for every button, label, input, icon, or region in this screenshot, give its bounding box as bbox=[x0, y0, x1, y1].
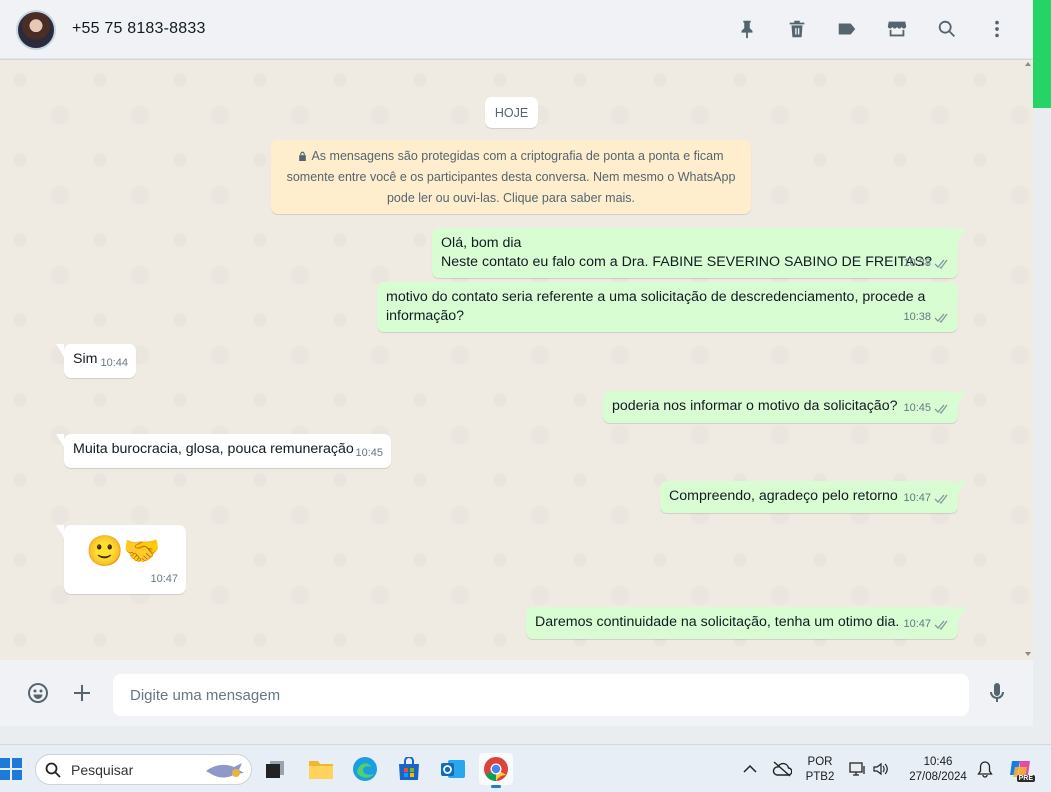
encryption-notice[interactable]: As mensagens são protegidas com a cripto… bbox=[271, 140, 751, 214]
contact-avatar[interactable] bbox=[16, 10, 56, 50]
message-text: Olá, bom dia bbox=[441, 235, 522, 251]
search-placeholder: Pesquisar bbox=[71, 762, 134, 778]
delete-icon[interactable] bbox=[784, 16, 810, 42]
message-bubble-incoming[interactable]: Muita burocracia, glosa, pouca remuneraç… bbox=[56, 434, 391, 468]
search-highlight-icon bbox=[206, 763, 244, 778]
keyboard-layout: PTB2 bbox=[805, 771, 835, 783]
window-edge-accent bbox=[1033, 0, 1051, 108]
double-check-icon bbox=[934, 620, 948, 630]
notice-line-1: As mensagens são protegidas com a cripto… bbox=[311, 149, 724, 163]
window-edge bbox=[1033, 108, 1051, 744]
search-icon[interactable] bbox=[934, 16, 960, 42]
message-time: 10:44 bbox=[100, 357, 128, 369]
message-text: poderia nos informar o motivo da solicit… bbox=[612, 398, 898, 414]
cloud-offline-icon[interactable] bbox=[772, 760, 792, 778]
message-text: informação? bbox=[386, 308, 465, 324]
microphone-icon[interactable] bbox=[984, 680, 1010, 706]
copilot-icon[interactable]: PRE bbox=[1008, 757, 1035, 782]
message-bubble-outgoing[interactable]: poderia nos informar o motivo da solicit… bbox=[603, 391, 966, 423]
emoji-message: 🙂🤝 bbox=[86, 535, 161, 568]
pin-icon[interactable] bbox=[734, 16, 760, 42]
copilot-badge: PRE bbox=[1016, 775, 1035, 782]
language-indicator[interactable]: POR PTB2 bbox=[802, 755, 838, 785]
message-time: 10:47 bbox=[150, 573, 178, 585]
notice-line-2: somente entre você e os participantes de… bbox=[286, 170, 736, 184]
menu-icon[interactable] bbox=[984, 16, 1010, 42]
scroll-down-arrow[interactable] bbox=[1025, 652, 1031, 656]
message-text: motivo do contato seria referente a uma … bbox=[386, 289, 926, 305]
date-chip: HOJE bbox=[485, 97, 538, 128]
language-code: POR bbox=[807, 756, 833, 768]
clock-time: 10:46 bbox=[923, 756, 953, 768]
message-time: 10:45 bbox=[355, 447, 383, 459]
double-check-icon bbox=[934, 404, 948, 414]
message-bubble-outgoing[interactable]: motivo do contato seria referente a uma … bbox=[377, 282, 958, 332]
message-text: Muita burocracia, glosa, pouca remuneraç… bbox=[73, 441, 354, 457]
window-bottom-edge bbox=[0, 726, 1033, 744]
message-text: Sim bbox=[73, 351, 98, 367]
outlook-icon[interactable] bbox=[436, 753, 470, 785]
emoji-icon[interactable] bbox=[25, 680, 51, 706]
message-bubble-incoming[interactable]: Sim 10:44 bbox=[56, 344, 136, 378]
notice-line-3: pode ler ou ouvi-las. Clique para saber … bbox=[386, 191, 636, 205]
message-input[interactable] bbox=[113, 674, 969, 716]
chat-header: +55 75 8183-8833 bbox=[0, 0, 1033, 59]
attach-plus-icon[interactable] bbox=[69, 680, 95, 706]
chevron-up-icon[interactable] bbox=[740, 760, 760, 778]
message-time: 10:47 bbox=[903, 618, 931, 630]
message-composer bbox=[0, 660, 1033, 726]
volume-icon[interactable] bbox=[871, 760, 891, 778]
message-time: 10:47 bbox=[903, 492, 931, 504]
message-text: Neste contato eu falo com a Dra. FABINE … bbox=[441, 254, 932, 270]
message-text: Compreendo, agradeço pelo retorno bbox=[669, 488, 898, 504]
network-icon[interactable] bbox=[848, 760, 868, 778]
double-check-icon bbox=[934, 259, 948, 269]
edge-browser-icon[interactable] bbox=[348, 753, 382, 785]
message-time: 10:38 bbox=[903, 257, 931, 269]
double-check-icon bbox=[934, 494, 948, 504]
clock-date: 27/08/2024 bbox=[909, 771, 967, 783]
double-check-icon bbox=[934, 313, 948, 323]
taskbar-search[interactable]: Pesquisar bbox=[35, 754, 252, 785]
windows-start-icon[interactable] bbox=[0, 758, 22, 780]
message-text: Daremos continuidade na solicitação, ten… bbox=[535, 614, 900, 630]
store-icon[interactable] bbox=[884, 16, 910, 42]
contact-name[interactable]: +55 75 8183-8833 bbox=[72, 20, 206, 38]
message-bubble-incoming[interactable]: 🙂🤝 10:47 bbox=[56, 525, 186, 594]
message-bubble-outgoing[interactable]: Compreendo, agradeço pelo retorno 10:47 bbox=[660, 481, 966, 513]
microsoft-store-icon[interactable] bbox=[392, 753, 426, 785]
clock[interactable]: 10:46 27/08/2024 bbox=[900, 755, 976, 785]
chrome-browser-icon[interactable] bbox=[479, 753, 513, 788]
windows-taskbar: Pesquisar POR PTB2 10:46 27/08/2024 PRE bbox=[0, 744, 1051, 792]
message-bubble-outgoing[interactable]: Daremos continuidade na solicitação, ten… bbox=[526, 607, 966, 639]
message-time: 10:38 bbox=[903, 311, 931, 323]
search-icon bbox=[45, 762, 61, 778]
scroll-up-arrow[interactable] bbox=[1025, 62, 1031, 66]
file-explorer-icon[interactable] bbox=[304, 753, 338, 785]
message-bubble-outgoing[interactable]: Olá, bom dia Neste contato eu falo com a… bbox=[432, 228, 966, 278]
label-icon[interactable] bbox=[834, 16, 860, 42]
task-view-icon[interactable] bbox=[258, 753, 292, 785]
message-time: 10:45 bbox=[903, 402, 931, 414]
notification-bell-icon[interactable] bbox=[975, 760, 995, 778]
lock-icon bbox=[299, 151, 307, 161]
